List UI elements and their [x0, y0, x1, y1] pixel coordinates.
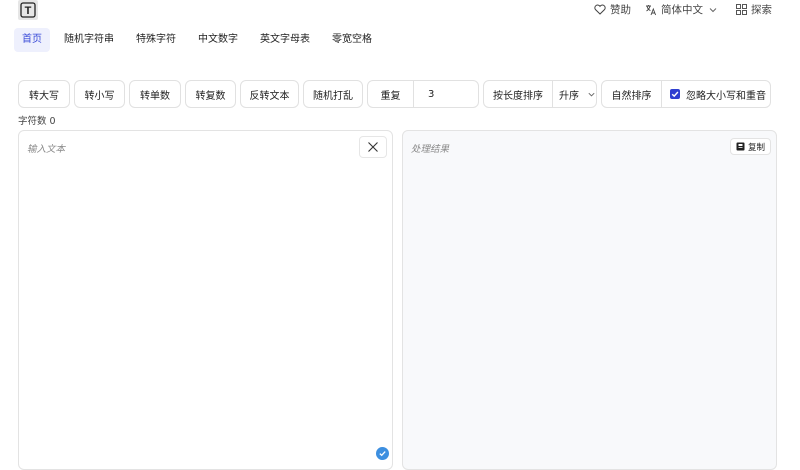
top-bar: T 赞助 简体中文 探索: [0, 0, 800, 22]
tab-chinese-numbers[interactable]: 中文数字: [190, 28, 246, 52]
tab-home[interactable]: 首页: [14, 28, 50, 52]
text-logo-icon: T: [20, 2, 36, 18]
svg-text:T: T: [25, 5, 32, 17]
copy-label: 复制: [747, 142, 765, 153]
sort-by-length-button[interactable]: 按长度排序: [484, 81, 552, 107]
toolbar: 转大写 转小写 转单数 转复数 反转文本 随机打乱 重复 3 按长度排序 升序 …: [18, 80, 775, 108]
repeat-count-input[interactable]: 3: [414, 81, 478, 107]
repeat-group: 重复 3: [367, 80, 479, 108]
copy-button[interactable]: 复制: [729, 138, 771, 155]
main-nav: 首页 随机字符串 特殊字符 中文数字 英文字母表 零宽空格: [14, 28, 386, 52]
checkmark-icon: [671, 91, 679, 98]
heart-icon: [594, 4, 606, 15]
reverse-text-button[interactable]: 反转文本: [240, 80, 299, 108]
input-placeholder: 输入文本: [27, 144, 66, 155]
shuffle-button[interactable]: 随机打乱: [303, 80, 363, 108]
ignore-case-toggle[interactable]: 忽略大小写和重音: [662, 81, 770, 107]
chevron-down-icon: [709, 7, 717, 12]
language-label: 简体中文: [661, 4, 703, 16]
natural-sort-button[interactable]: 自然排序: [602, 81, 661, 107]
explore-link[interactable]: 探索: [736, 2, 772, 17]
output-area: 处理结果 复制: [402, 130, 777, 470]
sort-by-length-group: 按长度排序 升序: [483, 80, 597, 108]
output-placeholder: 处理结果: [411, 144, 450, 155]
plural-button[interactable]: 转复数: [185, 80, 236, 108]
sort-order-value: 升序: [559, 90, 579, 102]
clipboard-icon: [736, 142, 745, 151]
sponsor-link[interactable]: 赞助: [594, 2, 631, 17]
translate-icon: [646, 4, 657, 15]
tab-random-string[interactable]: 随机字符串: [56, 28, 122, 52]
repeat-button[interactable]: 重复: [368, 81, 413, 107]
sort-order-select[interactable]: 升序: [553, 81, 596, 107]
sponsor-label: 赞助: [610, 4, 631, 16]
tab-english-alphabet[interactable]: 英文字母表: [252, 28, 318, 52]
close-icon: [368, 142, 378, 152]
logo[interactable]: T: [18, 0, 38, 20]
natural-sort-group: 自然排序 忽略大小写和重音: [601, 80, 771, 108]
tab-zero-width-space[interactable]: 零宽空格: [324, 28, 380, 52]
status-check-icon: [376, 447, 389, 460]
language-selector[interactable]: 简体中文: [645, 2, 722, 17]
chevron-down-icon: [588, 92, 595, 96]
checkmark-icon: [379, 451, 386, 457]
input-textarea[interactable]: 输入文本: [18, 130, 393, 470]
ignore-case-label: 忽略大小写和重音: [686, 90, 766, 102]
ignore-case-checkbox[interactable]: [670, 89, 680, 99]
singular-button[interactable]: 转单数: [129, 80, 181, 108]
top-right-actions: 赞助 简体中文 探索: [580, 2, 772, 17]
tab-special-chars[interactable]: 特殊字符: [128, 28, 184, 52]
uppercase-button[interactable]: 转大写: [18, 80, 70, 108]
lowercase-button[interactable]: 转小写: [74, 80, 125, 108]
explore-label: 探索: [751, 4, 772, 16]
clear-button[interactable]: [359, 136, 387, 158]
grid-icon: [736, 4, 747, 15]
char-count: 字符数 0: [18, 116, 56, 127]
